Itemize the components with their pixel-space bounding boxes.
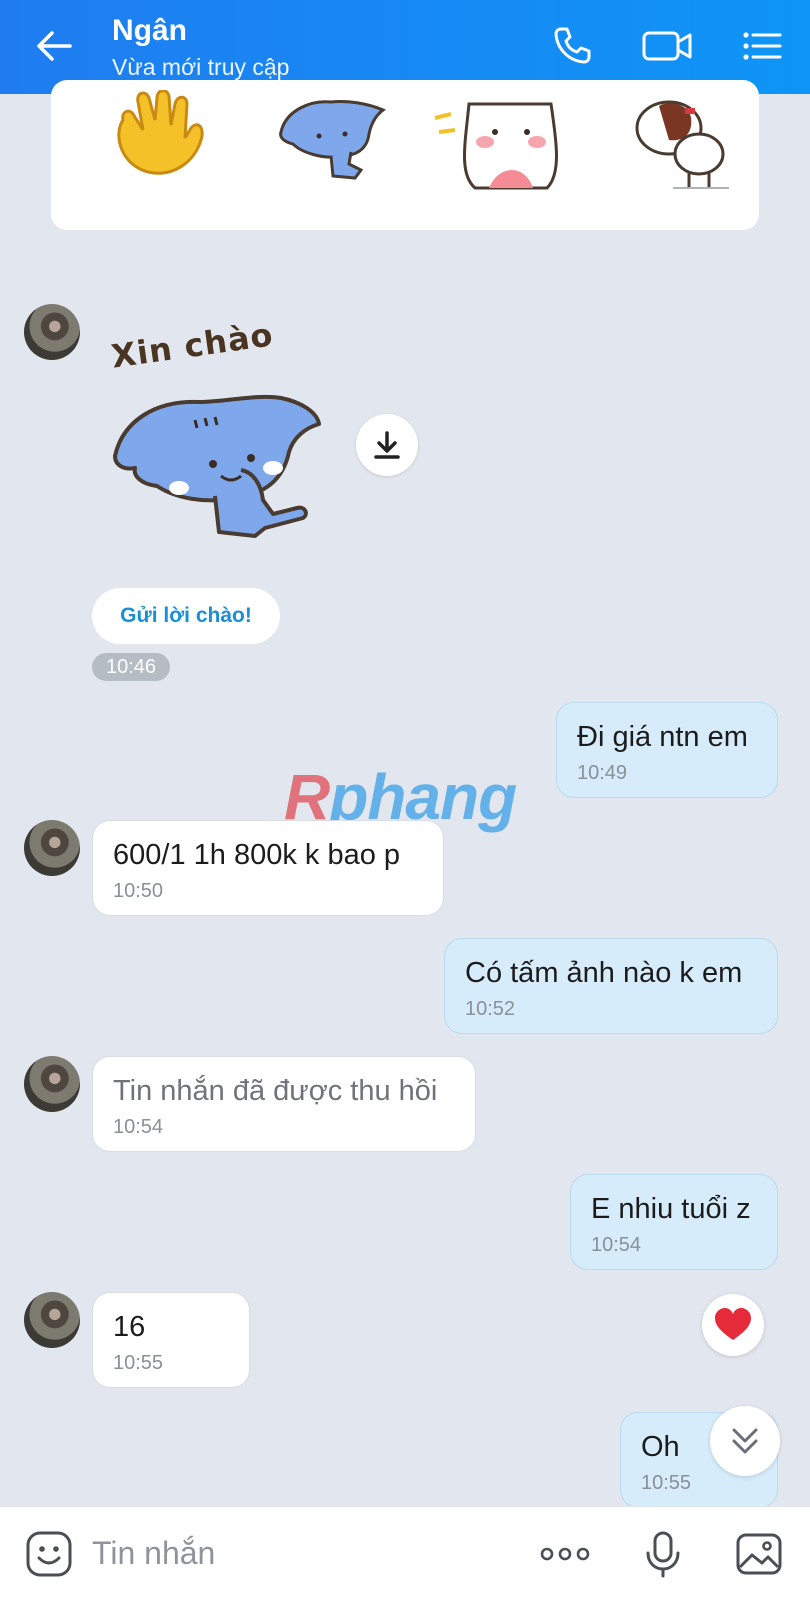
incoming-message[interactable]: 16 10:55 (92, 1292, 250, 1388)
message-time: 10:46 (92, 653, 170, 681)
message-text: 16 (113, 1311, 146, 1343)
voice-call-button[interactable] (548, 22, 596, 70)
video-camera-icon (642, 31, 692, 61)
dog-icon (635, 100, 729, 189)
blue-cat-icon (113, 394, 321, 538)
voice-message-button[interactable] (638, 1529, 688, 1579)
download-sticker-button[interactable] (356, 414, 418, 476)
blue-cat-sticker[interactable] (271, 90, 391, 190)
waving-hand-icon (117, 89, 204, 175)
message-time: 10:52 (465, 998, 516, 1020)
contact-name[interactable]: Ngân (112, 14, 187, 48)
back-button[interactable] (30, 22, 78, 70)
message-text: Có tấm ảnh nào k em (465, 957, 743, 989)
contact-status: Vừa mới truy cập (112, 54, 290, 80)
image-gallery-icon (736, 1533, 782, 1575)
message-time: 10:49 (577, 762, 628, 784)
download-icon (374, 431, 400, 459)
message-text: Tin nhắn đã được thu hồi (113, 1075, 438, 1107)
dog-sticker[interactable] (629, 84, 739, 199)
chat-menu-button[interactable] (738, 22, 786, 70)
sticker-suggestions (51, 80, 759, 230)
emoji-button[interactable] (24, 1529, 74, 1579)
message-time: 10:54 (591, 1234, 642, 1256)
reaction-button[interactable] (702, 1294, 764, 1356)
waving-hand-sticker[interactable] (103, 89, 213, 185)
hello-cat-sticker[interactable]: Xin chào (105, 315, 335, 555)
contact-avatar[interactable] (24, 1056, 80, 1112)
photo-button[interactable] (734, 1529, 784, 1579)
scroll-to-bottom-button[interactable] (710, 1406, 780, 1476)
send-greeting-button[interactable]: Gửi lời chào! (92, 588, 280, 644)
message-input[interactable]: Tin nhắn (92, 1535, 215, 1572)
message-text: E nhiu tuổi z (591, 1193, 751, 1225)
heart-icon (715, 1308, 751, 1340)
contact-avatar[interactable] (24, 820, 80, 876)
contact-avatar[interactable] (24, 304, 80, 360)
double-chevron-down-icon (732, 1428, 758, 1454)
video-call-button[interactable] (640, 22, 696, 70)
outgoing-message[interactable]: Đi giá ntn em 10:49 (556, 702, 778, 798)
message-composer: Tin nhắn (0, 1506, 810, 1600)
microphone-icon (646, 1531, 680, 1578)
outgoing-message[interactable]: Có tấm ảnh nào k em 10:52 (444, 938, 778, 1034)
incoming-message[interactable]: 600/1 1h 800k k bao p 10:50 (92, 820, 444, 916)
arrow-left-icon (37, 31, 72, 61)
contact-avatar[interactable] (24, 1292, 80, 1348)
white-bunny-sticker[interactable] (429, 84, 569, 199)
sticker-caption: Xin chào (109, 315, 276, 376)
recalled-message[interactable]: Tin nhắn đã được thu hồi 10:54 (92, 1056, 476, 1152)
emoji-sticker-icon (26, 1531, 72, 1577)
outgoing-message[interactable]: E nhiu tuổi z 10:54 (570, 1174, 778, 1270)
blue-cat-icon (279, 100, 386, 180)
message-text: Đi giá ntn em (577, 721, 748, 753)
list-menu-icon (743, 32, 782, 60)
message-time: 10:54 (113, 1116, 164, 1138)
more-dots-icon (540, 1547, 590, 1561)
message-time: 10:55 (113, 1352, 164, 1374)
message-time: 10:50 (113, 880, 164, 902)
message-text: 600/1 1h 800k k bao p (113, 839, 401, 871)
white-bunny-icon (434, 102, 558, 190)
phone-icon (554, 27, 591, 64)
more-options-button[interactable] (538, 1529, 592, 1579)
